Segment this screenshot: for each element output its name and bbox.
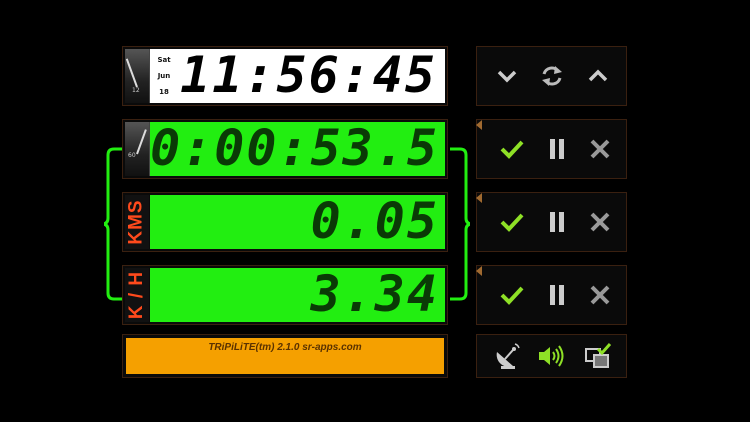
distance-display: 0.05 bbox=[150, 192, 445, 250]
close-icon[interactable] bbox=[589, 284, 611, 306]
pause-icon[interactable] bbox=[548, 211, 566, 233]
clock-face: Sat Jun 18 11:56:45 bbox=[150, 46, 445, 104]
clock-day: Sat bbox=[157, 56, 171, 64]
bottom-controls-panel bbox=[476, 334, 627, 378]
footer-banner[interactable]: TRiPiLiTE(tm) 2.1.0 sr-apps.com bbox=[126, 338, 444, 374]
window-check-icon[interactable] bbox=[584, 343, 612, 369]
clock-time: 11:56:45 bbox=[180, 46, 437, 104]
clock-panel: 12 Sat Jun 18 11:56:45 bbox=[122, 46, 448, 106]
close-icon[interactable] bbox=[589, 211, 611, 233]
check-icon[interactable] bbox=[499, 285, 525, 305]
timer-gauge-icon: 60 bbox=[125, 122, 150, 176]
distance-value: 0.05 bbox=[310, 192, 439, 250]
timer-controls-panel bbox=[476, 119, 627, 179]
clock-month: Jun bbox=[157, 72, 171, 80]
distance-unit-label: KMS bbox=[125, 195, 149, 249]
speed-value: 3.34 bbox=[310, 265, 439, 323]
close-icon[interactable] bbox=[589, 138, 611, 160]
distance-controls-panel bbox=[476, 192, 627, 252]
speed-panel: K / H 3.34 bbox=[122, 265, 448, 325]
timer-value: 0:00:53.5 bbox=[150, 119, 439, 177]
gps-dish-icon[interactable] bbox=[493, 342, 521, 370]
timer-display: 0:00:53.5 bbox=[150, 119, 445, 177]
pause-icon[interactable] bbox=[548, 284, 566, 306]
clock-gauge-icon: 12 bbox=[125, 49, 150, 103]
footer-panel: TRiPiLiTE(tm) 2.1.0 sr-apps.com bbox=[122, 334, 448, 378]
chevron-down-icon[interactable] bbox=[496, 69, 518, 83]
chevron-up-icon[interactable] bbox=[587, 69, 609, 83]
clock-date: Sat Jun 18 bbox=[153, 52, 175, 100]
speed-unit-label: K / H bbox=[125, 268, 149, 322]
pause-icon[interactable] bbox=[548, 138, 566, 160]
distance-panel: KMS 0.05 bbox=[122, 192, 448, 252]
footer-text: TRiPiLiTE(tm) 2.1.0 sr-apps.com bbox=[208, 342, 362, 353]
clock-date-number: 18 bbox=[159, 88, 169, 96]
speed-display: 3.34 bbox=[150, 265, 445, 323]
timer-panel: 60 0:00:53.5 bbox=[122, 119, 448, 179]
speed-controls-panel bbox=[476, 265, 627, 325]
check-icon[interactable] bbox=[499, 139, 525, 159]
refresh-icon[interactable] bbox=[540, 64, 564, 88]
check-icon[interactable] bbox=[499, 212, 525, 232]
speaker-icon[interactable] bbox=[537, 344, 567, 368]
clock-controls-panel bbox=[476, 46, 627, 106]
